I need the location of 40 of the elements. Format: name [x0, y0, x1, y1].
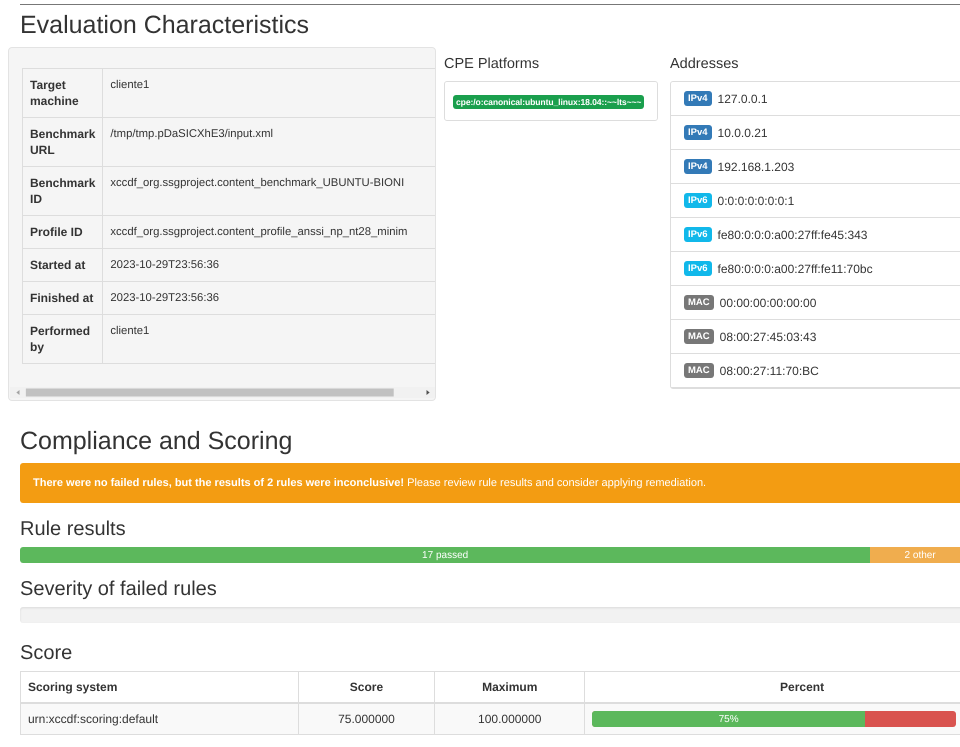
percent-fill: 75% — [592, 711, 866, 727]
address-value: 127.0.0.1 — [718, 92, 768, 106]
row-label: Started at — [22, 248, 103, 282]
row-label: Target machine — [22, 68, 103, 118]
address-value: 10.0.0.21 — [718, 126, 768, 140]
address-type-tag: IPv4 — [684, 125, 712, 140]
row-label: Profile ID — [22, 216, 103, 248]
table-cell: 75.000000 — [298, 703, 435, 734]
address-value: fe80:0:0:0:a00:27ff:fe45:343 — [718, 228, 868, 242]
result-segment: 2 other — [870, 547, 960, 563]
address-value: 192.168.1.203 — [718, 160, 794, 174]
cpe-heading: CPE Platforms — [444, 55, 540, 73]
address-value: 08:00:27:45:03:43 — [720, 330, 816, 344]
section-title: Compliance and Scoring — [20, 427, 294, 455]
address-type-tag: IPv4 — [684, 159, 712, 174]
address-type-tag: IPv6 — [684, 261, 712, 276]
address-type-tag: MAC — [684, 363, 714, 378]
address-type-tag: IPv6 — [684, 227, 712, 242]
address-type-tag: IPv6 — [684, 193, 712, 208]
row-label: Finished at — [22, 282, 103, 314]
address-type-tag: MAC — [684, 295, 714, 310]
addresses-heading: Addresses — [670, 55, 740, 73]
row-label: Benchmark ID — [22, 166, 103, 216]
platform-tag: cpe:/o:canonical:ubuntu_linux:18.04::~~lts~~~ — [453, 95, 644, 109]
alert-message: There were no failed rules, but the results of 2 rules were inconclusive! Please review rule results and consider applying remediation. — [20, 463, 960, 503]
result-segment: 17 passed — [20, 547, 870, 563]
address-value: 00:00:00:00:00:00 — [720, 296, 816, 310]
row-label: Benchmark URL — [22, 118, 103, 166]
table-cell: 100.000000 — [434, 703, 585, 734]
section-heading: Severity of failed rules — [20, 577, 218, 601]
page-title: Evaluation Characteristics — [20, 11, 310, 39]
section-heading: Score — [20, 641, 74, 665]
row-label: Performed by — [22, 314, 103, 364]
address-value: 0:0:0:0:0:0:0:1 — [718, 194, 794, 208]
section-heading: Rule results — [20, 517, 127, 541]
address-type-tag: IPv4 — [684, 91, 712, 106]
address-value: fe80:0:0:0:a00:27ff:fe11:70bc — [718, 262, 873, 276]
address-type-tag: MAC — [684, 329, 714, 344]
table-cell: urn:xccdf:scoring:default — [20, 703, 298, 734]
address-value: 08:00:27:11:70:BC — [720, 364, 819, 378]
